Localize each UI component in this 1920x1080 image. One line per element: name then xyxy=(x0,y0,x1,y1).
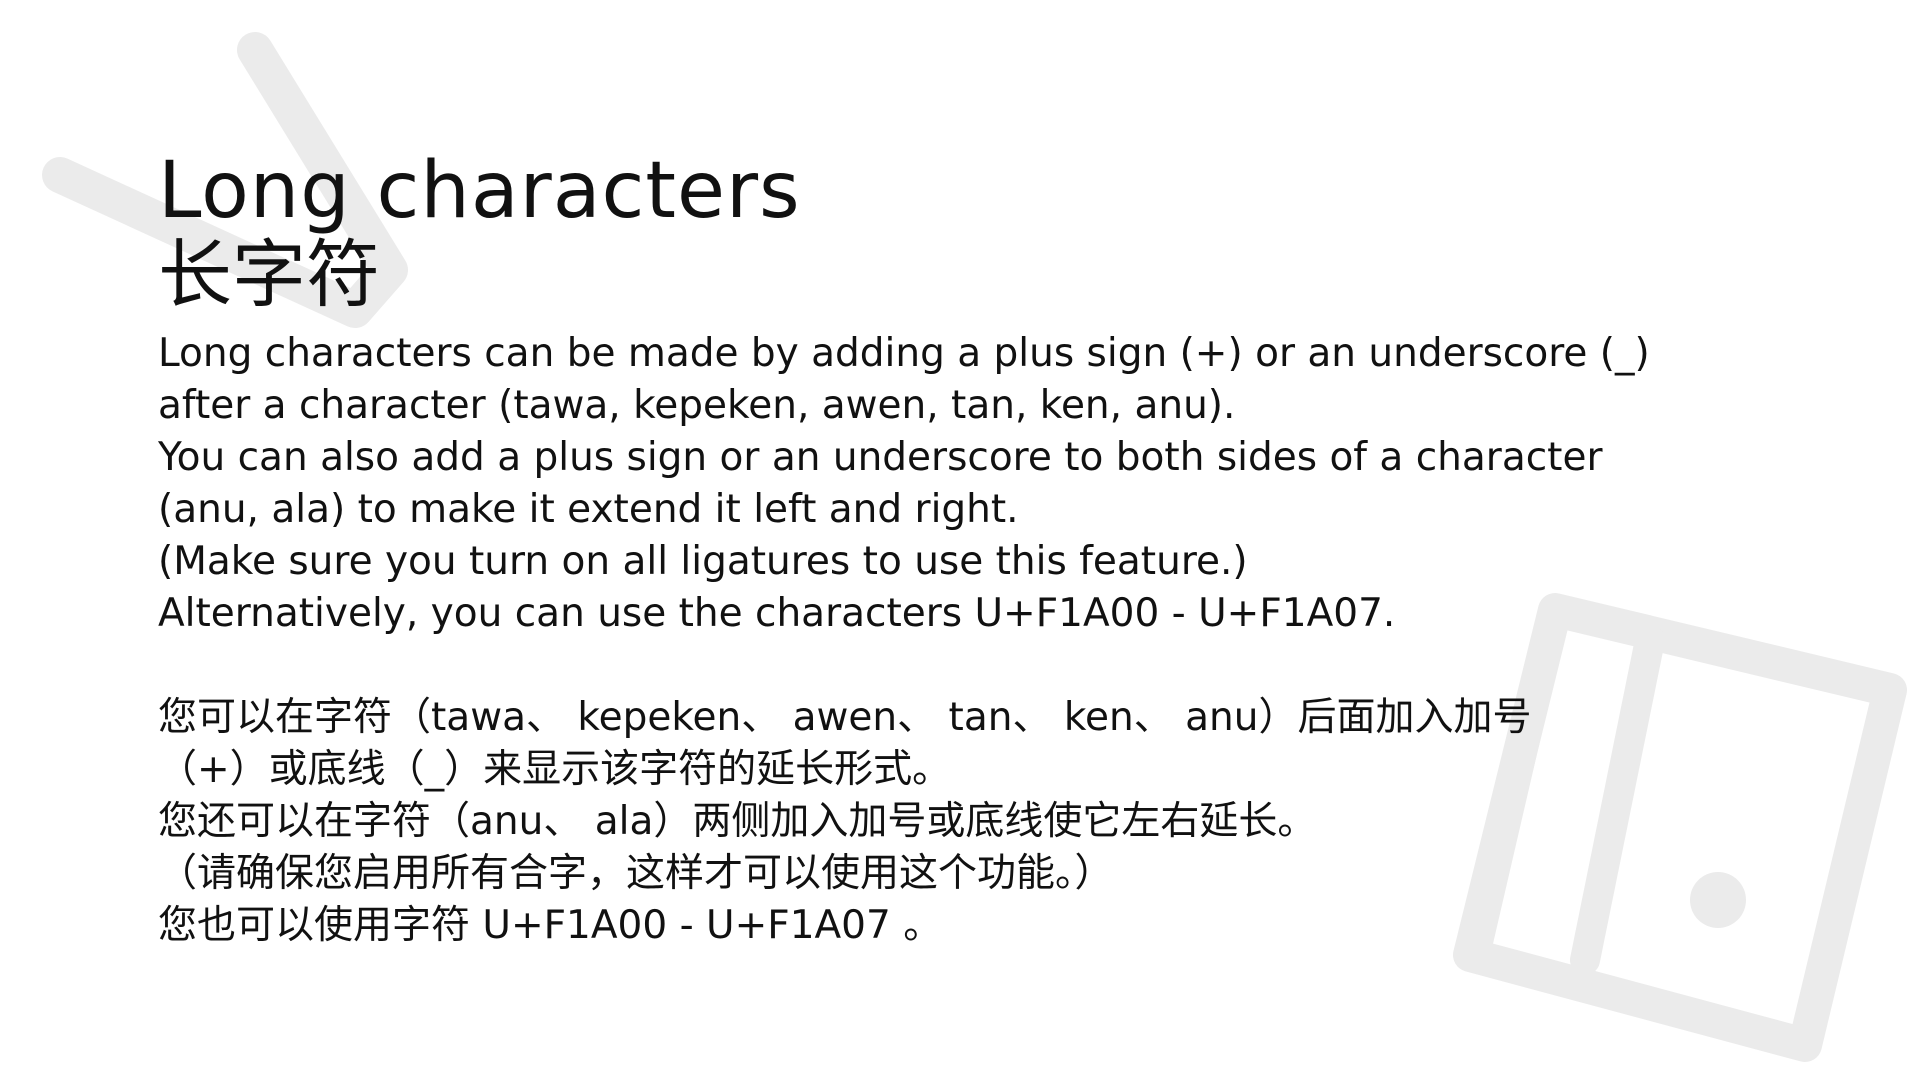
chinese-line-1: 您可以在字符（tawa、 kepeken、 awen、 tan、 ken、 an… xyxy=(158,695,1532,740)
english-line-3: You can also add a plus sign or an under… xyxy=(158,435,1603,480)
chinese-line-2: （+）或底线（_）来显示该字符的延长形式。 xyxy=(158,747,952,792)
chinese-line-3: 您还可以在字符（anu、 ala）两侧加入加号或底线使它左右延长。 xyxy=(158,799,1317,844)
english-line-2: after a character (tawa, kepeken, awen, … xyxy=(158,383,1236,428)
english-line-1: Long characters can be made by adding a … xyxy=(158,331,1650,376)
english-line-6: Alternatively, you can use the character… xyxy=(158,591,1396,636)
chinese-line-4: （请确保您启用所有合字，这样才可以使用这个功能。） xyxy=(158,851,1114,896)
document-content: Long characters 长字符 Long characters can … xyxy=(158,150,1798,952)
english-line-5: (Make sure you turn on all ligatures to … xyxy=(158,539,1248,584)
chinese-line-5: 您也可以使用字符 U+F1A00 - U+F1A07 。 xyxy=(158,903,943,948)
english-line-4: (anu, ala) to make it extend it left and… xyxy=(158,487,1019,532)
page-title-chinese: 长字符 xyxy=(158,232,380,318)
page-title-english: Long characters xyxy=(158,146,801,236)
